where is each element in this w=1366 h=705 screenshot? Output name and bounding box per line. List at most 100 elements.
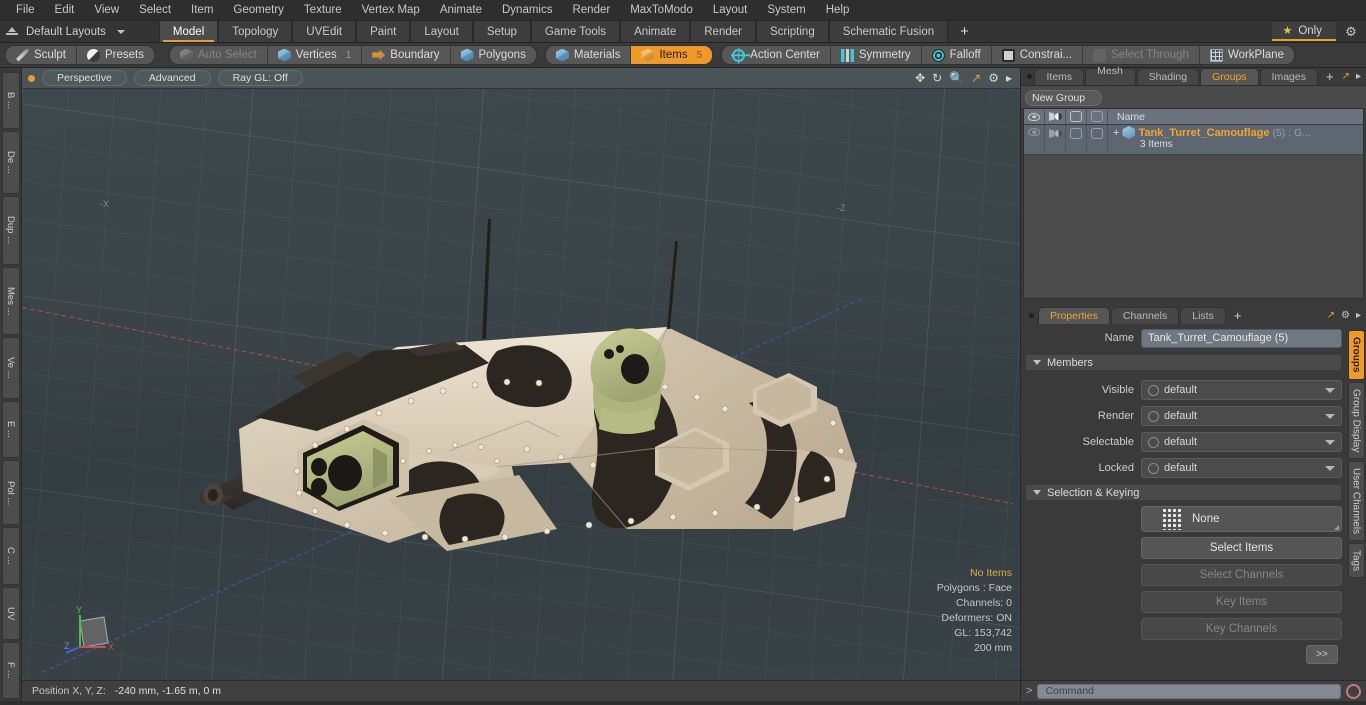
chevron-right-icon[interactable]: ▸ xyxy=(1356,310,1361,321)
zoom-icon[interactable]: 🔍 xyxy=(949,72,964,84)
left-tab-polygon[interactable]: Pol ... xyxy=(1,460,20,526)
expand-icon[interactable]: + xyxy=(1113,127,1119,139)
left-tab-edge[interactable]: E ... xyxy=(1,401,20,459)
members-section-header[interactable]: Members xyxy=(1025,354,1342,371)
action-center-button[interactable]: Action Center xyxy=(722,46,831,64)
viewport-shading-selector[interactable]: Advanced xyxy=(133,70,211,86)
tab-mesh[interactable]: Mesh ... xyxy=(1085,65,1136,89)
layout-tab-layout[interactable]: Layout xyxy=(410,21,473,42)
row-render-toggle[interactable] xyxy=(1045,125,1066,154)
row-locked-toggle[interactable] xyxy=(1087,125,1108,154)
viewport-camera-selector[interactable]: Perspective xyxy=(42,70,127,86)
layout-tab-scripting[interactable]: Scripting xyxy=(755,21,829,42)
materials-button[interactable]: Materials xyxy=(545,46,632,64)
left-tab-fusion[interactable]: F ... xyxy=(1,642,20,699)
side-tab-user-channels[interactable]: User Channels xyxy=(1347,460,1365,542)
render-dropdown[interactable]: default xyxy=(1141,406,1342,426)
menu-item-geometry[interactable]: Geometry xyxy=(223,2,294,18)
menu-item-maxtomodo[interactable]: MaxToModo xyxy=(620,2,703,18)
layout-tab-paint[interactable]: Paint xyxy=(356,21,411,42)
left-tab-curve[interactable]: C ... xyxy=(1,527,20,585)
maximize-icon[interactable]: ↗ xyxy=(1342,71,1350,82)
group-list-empty-area[interactable] xyxy=(1024,155,1363,298)
menu-item-select[interactable]: Select xyxy=(129,2,181,18)
menu-item-system[interactable]: System xyxy=(757,2,815,18)
menu-item-file[interactable]: File xyxy=(6,2,45,18)
left-tab-duplicate[interactable]: Dup ... xyxy=(1,196,20,265)
properties-menu-dot-icon[interactable] xyxy=(1025,307,1037,324)
chevron-right-icon[interactable]: ▸ xyxy=(1006,72,1012,84)
viewport-3d[interactable]: -X -Z No Items Polygons: Face Channels:… xyxy=(22,89,1020,680)
select-channels-button[interactable]: Select Channels xyxy=(1141,564,1342,586)
record-icon[interactable] xyxy=(1346,683,1361,699)
left-tab-deform[interactable]: De ... xyxy=(1,131,20,195)
left-tab-basic[interactable]: B ... xyxy=(1,72,20,130)
selection-set-dropdown[interactable]: None xyxy=(1141,506,1342,532)
layout-tab-model[interactable]: Model xyxy=(158,21,219,42)
menu-item-dynamics[interactable]: Dynamics xyxy=(492,2,562,18)
selection-keying-section-header[interactable]: Selection & Keying xyxy=(1025,484,1342,501)
boundary-button[interactable]: Boundary xyxy=(362,46,451,64)
gear-icon[interactable]: ⚙ xyxy=(988,72,999,84)
locked-dropdown[interactable]: default xyxy=(1141,458,1342,478)
chevron-right-icon[interactable]: ▸ xyxy=(1356,71,1361,82)
workplane-button[interactable]: WorkPlane xyxy=(1199,46,1294,64)
menu-item-vertex-map[interactable]: Vertex Map xyxy=(352,2,430,18)
layout-tab-schematic-fusion[interactable]: Schematic Fusion xyxy=(828,21,949,42)
menu-item-render[interactable]: Render xyxy=(562,2,620,18)
select-through-button[interactable]: Select Through xyxy=(1083,46,1200,64)
add-properties-tab-button[interactable]: + xyxy=(1227,307,1249,324)
menu-item-item[interactable]: Item xyxy=(181,2,223,18)
row-selectable-toggle[interactable] xyxy=(1066,125,1087,154)
tab-channels[interactable]: Channels xyxy=(1110,307,1180,324)
side-tab-group-display[interactable]: Group Display xyxy=(1347,381,1365,459)
layout-selector[interactable]: Default Layouts xyxy=(0,21,125,42)
table-row[interactable]: + Tank_Turret_Camouflage (5) : G... 3 It… xyxy=(1024,125,1363,155)
presets-button[interactable]: Presets xyxy=(76,46,154,64)
maximize-icon[interactable]: ↗ xyxy=(1327,310,1335,321)
left-tab-vertex[interactable]: Ve ... xyxy=(1,337,20,400)
menu-item-animate[interactable]: Animate xyxy=(430,2,492,18)
panel-menu-dot-icon[interactable] xyxy=(1025,68,1033,85)
polygons-button[interactable]: Polygons xyxy=(450,46,536,64)
add-tab-button[interactable]: + xyxy=(1319,68,1341,85)
constraint-button[interactable]: Constrai... xyxy=(991,46,1084,64)
tab-images[interactable]: Images xyxy=(1259,68,1318,85)
command-input[interactable]: Command xyxy=(1037,683,1341,699)
menu-item-edit[interactable]: Edit xyxy=(45,2,85,18)
rotate-icon[interactable]: ↻ xyxy=(932,72,942,84)
menu-item-texture[interactable]: Texture xyxy=(294,2,352,18)
side-tab-groups[interactable]: Groups xyxy=(1347,330,1365,380)
visible-dropdown[interactable]: default xyxy=(1141,380,1342,400)
move-icon[interactable]: ✥ xyxy=(915,72,925,84)
layout-tab-uvedit[interactable]: UVEdit xyxy=(292,21,357,42)
select-items-button[interactable]: Select Items xyxy=(1141,537,1342,559)
forward-button[interactable]: >> xyxy=(1306,645,1338,664)
layout-tab-topology[interactable]: Topology xyxy=(218,21,293,42)
gear-icon[interactable]: ⚙ xyxy=(1341,310,1350,321)
group-item-list[interactable]: Name + Tank_Turret_Camouflage (5) : G... xyxy=(1023,108,1364,299)
selectable-dropdown[interactable]: default xyxy=(1141,432,1342,452)
left-tab-uv[interactable]: UV xyxy=(1,586,20,641)
layout-tab-render[interactable]: Render xyxy=(690,21,756,42)
layout-tab-game-tools[interactable]: Game Tools xyxy=(530,21,621,42)
items-button[interactable]: Items 5 xyxy=(631,46,713,64)
menu-item-view[interactable]: View xyxy=(84,2,129,18)
tab-properties[interactable]: Properties xyxy=(1038,307,1110,324)
side-tab-tags[interactable]: Tags xyxy=(1347,543,1365,579)
menu-item-help[interactable]: Help xyxy=(816,2,860,18)
viewport-raygl-toggle[interactable]: Ray GL: Off xyxy=(217,70,303,86)
row-visible-toggle[interactable] xyxy=(1024,125,1045,154)
add-layout-tab-button[interactable]: + xyxy=(948,21,981,42)
tab-lists[interactable]: Lists xyxy=(1180,307,1226,324)
gear-icon[interactable]: ⚙ xyxy=(1340,23,1362,41)
vertices-button[interactable]: Vertices 1 xyxy=(267,46,363,64)
tab-shading[interactable]: Shading xyxy=(1136,68,1200,85)
only-toggle-button[interactable]: ★ Only xyxy=(1272,22,1336,41)
key-items-button[interactable]: Key Items xyxy=(1141,591,1342,613)
sculpt-button[interactable]: Sculpt xyxy=(6,46,77,64)
maximize-icon[interactable]: ↗ xyxy=(971,72,981,84)
layout-tab-animate[interactable]: Animate xyxy=(620,21,691,42)
left-tab-mesh-edit[interactable]: Mes ... xyxy=(1,266,20,336)
key-channels-button[interactable]: Key Channels xyxy=(1141,618,1342,640)
